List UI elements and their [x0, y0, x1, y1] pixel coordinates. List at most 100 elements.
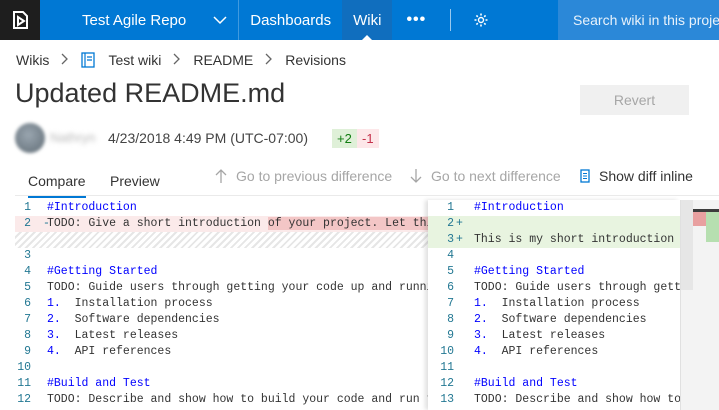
- commit-date: 4/23/2018 4:49 PM (UTC-07:00): [108, 130, 308, 146]
- diff-line: 4: [428, 248, 680, 264]
- line-number: 7: [24, 313, 31, 326]
- code-segment: 1. Installation process: [47, 297, 213, 310]
- line-number: 2: [24, 217, 31, 230]
- code-text: 3. Latest releases: [474, 328, 605, 344]
- vsts-logo-icon[interactable]: [0, 0, 40, 40]
- tab-preview[interactable]: Preview: [110, 166, 160, 196]
- diff-filler-row: [15, 232, 428, 248]
- code-text: #Build and Test: [47, 376, 151, 392]
- ruler-deletion-marker: [693, 212, 706, 226]
- code-segment: #Build and Test: [474, 377, 578, 390]
- code-segment: 3. Latest releases: [47, 329, 179, 342]
- code-text: 3. Latest releases: [47, 328, 178, 344]
- code-text: 2. Software dependencies: [474, 312, 647, 328]
- line-number: 4: [447, 249, 454, 262]
- line-number: 8: [447, 313, 454, 326]
- nav-wiki[interactable]: Wiki: [342, 0, 393, 40]
- diff-line: 4 #Getting Started: [15, 264, 428, 280]
- nav-dashboards[interactable]: Dashboards: [239, 0, 342, 40]
- line-number: 4: [24, 265, 31, 278]
- line-number: 7: [447, 297, 454, 310]
- line-number: 3: [24, 249, 31, 262]
- scrollbar-thumb[interactable]: [681, 200, 693, 290]
- line-number: 13: [440, 393, 454, 406]
- code-text: #Introduction: [474, 200, 564, 216]
- code-text: TODO: Guide users through gett:: [474, 280, 680, 296]
- code-segment: TODO: Guide users through getting your c…: [47, 281, 428, 294]
- diff-line: 1 #Introduction: [428, 200, 680, 216]
- chevron-right-icon: [61, 53, 69, 68]
- diff-line: 9 3. Latest releases: [428, 328, 680, 344]
- diff-original-pane[interactable]: 1 #Introduction 2- TODO: Give a short intro…: [15, 200, 428, 410]
- diff-line: 11 #Build and Test: [15, 376, 428, 392]
- prev-diff-button[interactable]: Go to previous difference: [215, 166, 392, 186]
- show-diff-inline-button[interactable]: Show diff inline: [580, 166, 693, 186]
- diff-line: 7 1. Installation process: [428, 296, 680, 312]
- code-segment: 2. Software dependencies: [474, 313, 647, 326]
- diff-line: 8 3. Latest releases: [15, 328, 428, 344]
- tab-compare[interactable]: Compare: [28, 166, 86, 198]
- code-segment: 3. Latest releases: [474, 329, 606, 342]
- breadcrumb-test-wiki[interactable]: Test wiki: [108, 52, 161, 68]
- line-number: 6: [24, 297, 31, 310]
- code-text: 1. Installation process: [474, 296, 640, 312]
- breadcrumb: Wikis Test wiki README Revisions: [16, 50, 346, 70]
- diff-line: 13 TODO: Describe and show how to: [428, 392, 680, 408]
- breadcrumb-revisions: Revisions: [285, 52, 346, 68]
- breadcrumb-wikis[interactable]: Wikis: [16, 52, 49, 68]
- gear-icon[interactable]: [461, 0, 501, 40]
- code-text: #Introduction: [47, 200, 137, 216]
- code-text: TODO: Describe and show how to build you…: [47, 392, 428, 408]
- repo-name[interactable]: Test Agile Repo: [82, 12, 186, 29]
- code-text: 2. Software dependencies: [47, 312, 220, 328]
- code-text: This is my short introduction t: [474, 232, 680, 248]
- line-number: 11: [440, 361, 454, 374]
- code-segment: #Introduction: [474, 201, 564, 214]
- line-number: 10: [440, 345, 454, 358]
- breadcrumb-readme[interactable]: README: [193, 52, 253, 68]
- code-text: TODO: Give a short introduction of your …: [47, 216, 428, 232]
- diff-marker: +: [456, 217, 463, 230]
- ruler-addition-marker: [706, 212, 719, 242]
- avatar: [15, 123, 45, 153]
- chevron-right-icon: [173, 53, 181, 68]
- diff-line: 5 #Getting Started: [428, 264, 680, 280]
- code-segment: #Getting Started: [47, 265, 158, 278]
- prev-diff-label: Go to previous difference: [236, 168, 393, 184]
- code-text: TODO: Guide users through getting your c…: [47, 280, 428, 296]
- diff-line: 6 1. Installation process: [15, 296, 428, 312]
- next-diff-label: Go to next difference: [431, 168, 561, 184]
- deletions-badge: -1: [357, 129, 379, 148]
- diff-modified-pane[interactable]: 1 #Introduction 2 +3 + This is my short intro…: [428, 200, 680, 410]
- more-icon[interactable]: •••: [392, 11, 440, 29]
- diff-line: 12 #Build and Test: [428, 376, 680, 392]
- line-number: 5: [447, 265, 454, 278]
- diff-line: 12 TODO: Describe and show how to build y…: [15, 392, 428, 408]
- line-number: 6: [447, 281, 454, 294]
- line-number: 2: [447, 217, 454, 230]
- revert-button[interactable]: Revert: [580, 85, 689, 115]
- line-number: 5: [24, 281, 31, 294]
- diff-line: 2 +: [428, 216, 680, 232]
- line-number: 3: [447, 233, 454, 246]
- diff-line: 3: [15, 248, 428, 264]
- code-text: #Getting Started: [47, 264, 157, 280]
- code-segment: TODO: Describe and show how to build you…: [47, 393, 428, 406]
- code-segment: #Build and Test: [47, 377, 151, 390]
- code-text: 4. API references: [47, 344, 171, 360]
- diff-line: 1 #Introduction: [15, 200, 428, 216]
- line-number: 10: [17, 361, 31, 374]
- code-segment: TODO: Give a short introduction: [47, 217, 268, 230]
- next-diff-button[interactable]: Go to next difference: [410, 166, 561, 186]
- line-number: 1: [24, 201, 31, 214]
- line-number: 1: [447, 201, 454, 214]
- code-text: #Build and Test: [474, 376, 578, 392]
- top-nav: Test Agile Repo Dashboards Wiki ••• Sear…: [0, 0, 719, 40]
- code-segment: 4. API references: [474, 345, 599, 358]
- line-number: 11: [17, 377, 31, 390]
- code-segment: #Introduction: [47, 201, 137, 214]
- chevron-down-icon[interactable]: [212, 12, 228, 28]
- search-input[interactable]: Search wiki in this proje: [558, 0, 719, 40]
- diff-line: 6 TODO: Guide users through gett:: [428, 280, 680, 296]
- toolbar-divider: [15, 195, 719, 196]
